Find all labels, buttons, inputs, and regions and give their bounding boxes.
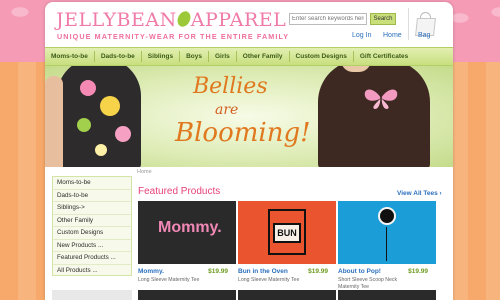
- product-image-text: BUN: [273, 223, 301, 243]
- product-description: Long Sleeve Maternity Tee: [238, 277, 300, 283]
- sidebar-item-other-family[interactable]: Other Family: [53, 215, 131, 227]
- product-image-partial[interactable]: [238, 290, 336, 300]
- nav-item-dads-to-be[interactable]: Dads-to-be: [95, 51, 142, 62]
- product-card[interactable]: BUN Bun in the Oven $19.99 Long Sleeve M…: [238, 201, 336, 283]
- breadcrumb[interactable]: Home: [137, 169, 152, 175]
- product-card[interactable]: Mommy. Mommy. $19.99 Long Sleeve Materni…: [138, 201, 236, 283]
- nav-item-girls[interactable]: Girls: [209, 51, 237, 62]
- sidebar-item-custom-designs[interactable]: Custom Designs: [53, 227, 131, 240]
- nav-item-custom-designs[interactable]: Custom Designs: [290, 51, 354, 62]
- product-image[interactable]: Mommy.: [138, 201, 236, 264]
- search-input[interactable]: [289, 13, 367, 25]
- sidebar-menu: Moms-to-be Dads-to-be Siblings-> Other F…: [52, 176, 132, 276]
- shopping-bag-button[interactable]: Bag: [408, 8, 441, 40]
- product-name[interactable]: Bun in the Oven: [238, 268, 288, 275]
- balloon-graphic: [378, 207, 396, 225]
- product-name[interactable]: About to Pop!: [338, 268, 381, 275]
- nav-item-other-family[interactable]: Other Family: [237, 51, 290, 62]
- featured-products-title: Featured Products: [138, 186, 221, 197]
- product-description: Short Sleeve Scoop Neck Maternity Tee: [338, 277, 398, 290]
- product-name[interactable]: Mommy.: [138, 268, 164, 275]
- hero-banner[interactable]: Bellies are Blooming!: [45, 66, 453, 167]
- product-image[interactable]: BUN: [238, 201, 336, 264]
- hero-model-left-arm: [45, 76, 63, 167]
- nav-item-siblings[interactable]: Siblings: [142, 51, 181, 62]
- sidebar-item-featured-products[interactable]: Featured Products ...: [53, 252, 131, 265]
- sidebar-image-partial: [52, 290, 132, 300]
- site-logo[interactable]: JELLYBEAN APPAREL: [56, 9, 286, 31]
- bag-link[interactable]: Bag: [418, 32, 430, 39]
- product-image-partial[interactable]: [138, 290, 236, 300]
- home-link[interactable]: Home: [383, 32, 402, 39]
- main-nav: Moms-to-be Dads-to-be Siblings Boys Girl…: [45, 47, 453, 66]
- flower-graphic: [115, 126, 131, 142]
- product-price: $19.99: [208, 268, 228, 275]
- chevron-right-icon: ›: [439, 190, 442, 197]
- login-link[interactable]: Log In: [352, 32, 371, 39]
- sidebar-item-dads-to-be[interactable]: Dads-to-be: [53, 190, 131, 202]
- view-all-tees-link[interactable]: View All Tees ›: [397, 190, 442, 197]
- product-image[interactable]: [338, 201, 436, 264]
- logo-text-left: JELLYBEAN: [56, 9, 177, 31]
- sidebar-item-moms-to-be[interactable]: Moms-to-be: [53, 177, 131, 190]
- sidebar-item-all-products[interactable]: All Products ...: [53, 265, 131, 278]
- product-description: Long Sleeve Maternity Tee: [138, 277, 200, 283]
- page-container: JELLYBEAN APPAREL UNIQUE MATERNITY-WEAR F…: [45, 2, 453, 300]
- hero-title-line2: are: [215, 102, 239, 118]
- nav-item-gift-certificates[interactable]: Gift Certificates: [354, 51, 414, 62]
- sidebar-item-new-products[interactable]: New Products ...: [53, 240, 131, 252]
- logo-text-right: APPAREL: [190, 9, 287, 31]
- oven-graphic: BUN: [268, 209, 306, 255]
- view-all-label: View All Tees: [397, 190, 438, 197]
- hero-title-line3: Blooming!: [175, 118, 311, 148]
- product-price: $19.99: [308, 268, 328, 275]
- flower-graphic: [95, 144, 107, 156]
- search-button[interactable]: Search: [370, 13, 396, 25]
- sidebar-item-siblings[interactable]: Siblings->: [53, 202, 131, 215]
- product-price: $19.99: [408, 268, 428, 275]
- hero-title-line1: Bellies: [193, 74, 268, 99]
- product-image-partial[interactable]: [338, 290, 436, 300]
- butterfly-icon: [364, 89, 398, 109]
- flower-graphic: [100, 96, 120, 116]
- balloon-string-graphic: [386, 227, 387, 261]
- product-image-text: Mommy.: [158, 219, 222, 236]
- flower-graphic: [80, 80, 96, 96]
- nav-item-boys[interactable]: Boys: [180, 51, 209, 62]
- site-tagline: UNIQUE MATERNITY-WEAR FOR THE ENTIRE FAM…: [57, 32, 290, 41]
- hero-model-right: [318, 66, 430, 167]
- flower-graphic: [77, 118, 91, 132]
- nav-item-moms-to-be[interactable]: Moms-to-be: [45, 51, 95, 62]
- product-card[interactable]: About to Pop! $19.99 Short Sleeve Scoop …: [338, 201, 436, 290]
